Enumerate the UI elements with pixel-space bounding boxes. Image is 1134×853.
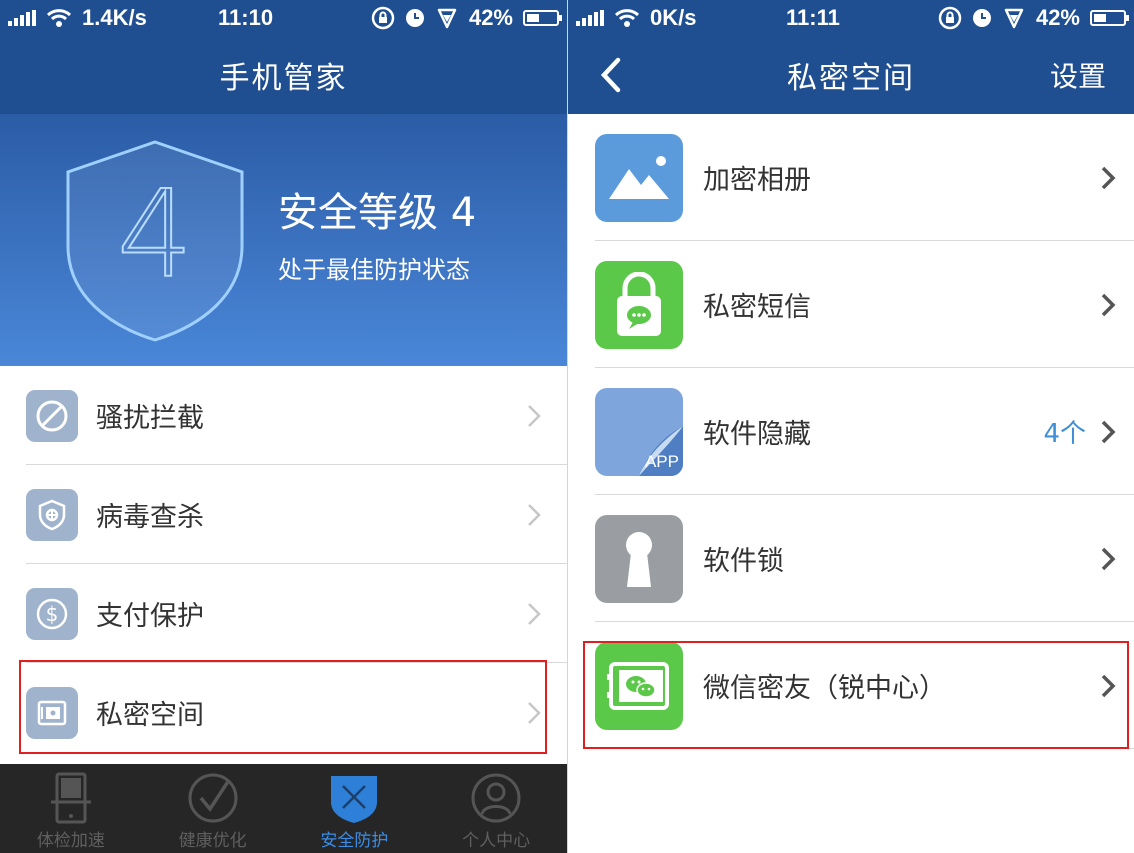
battery-icon [1090, 10, 1129, 26]
phone-check-icon [50, 772, 91, 824]
back-button[interactable] [590, 54, 632, 96]
tab-security[interactable]: 安全防护 [284, 764, 426, 853]
svg-text:$: $ [46, 602, 59, 626]
rotation-lock-icon [938, 6, 962, 30]
highlight-box [19, 660, 547, 754]
list-item-harassment-block[interactable]: 骚扰拦截 [0, 366, 567, 465]
checkmark-circle-icon [188, 773, 238, 823]
wifi-icon [614, 9, 640, 27]
list-item-label: 软件隐藏 [703, 419, 811, 450]
chevron-right-icon [528, 404, 541, 427]
battery-percent: 42% [468, 5, 513, 30]
settings-button[interactable]: 设置 [1050, 55, 1106, 95]
list-item-label: 软件锁 [703, 546, 784, 577]
list-item-label: 加密相册 [703, 165, 811, 196]
clock: 11:10 [218, 5, 274, 30]
chevron-right-icon [1101, 420, 1116, 443]
left-screen: 1.4K/s 11:10 42% 手机管家 4 安全等级 4 处于最佳防护状态 … [0, 0, 567, 853]
tab-label: 健康优化 [178, 831, 247, 851]
security-level-subtitle: 处于最佳防护状态 [278, 256, 470, 284]
list-item-label: 支付保护 [96, 601, 204, 632]
nav-bar: 手机管家 [0, 36, 567, 114]
battery-icon [523, 10, 562, 26]
chevron-right-icon [1101, 293, 1116, 316]
list-item-payment-protection[interactable]: $ 支付保护 [0, 564, 567, 663]
page-title: 私密空间 [787, 61, 915, 96]
lock-message-icon [595, 260, 683, 349]
tab-label: 体检加速 [36, 831, 105, 851]
block-icon [26, 389, 78, 442]
tab-checkup[interactable]: 体检加速 [0, 764, 142, 853]
list-item-label: 骚扰拦截 [96, 403, 204, 434]
highlight-box [583, 641, 1129, 749]
signal-icon [576, 10, 604, 26]
network-speed: 1.4K/s [82, 5, 147, 30]
tab-bar: 体检加速 健康优化 安全防护 个人中心 [0, 764, 567, 853]
chevron-right-icon [1101, 166, 1116, 189]
status-bar: 1.4K/s 11:10 42% [0, 0, 567, 36]
right-screen: 0K/s 11:11 42% 私密空间 设置 加密相册 私密短信 APP 软件隐… [567, 0, 1134, 853]
list-item-app-hide[interactable]: APP 软件隐藏 4个 [568, 368, 1134, 495]
security-level-panel: 4 安全等级 4 处于最佳防护状态 [0, 114, 567, 366]
photo-album-icon [595, 133, 683, 222]
app-icon-text: APP [644, 451, 679, 471]
list-item-virus-scan[interactable]: 病毒查杀 [0, 465, 567, 564]
dollar-coin-icon: $ [26, 587, 78, 640]
security-level-title: 安全等级 4 [278, 190, 477, 236]
keyhole-icon [595, 514, 683, 603]
list-item-label: 私密短信 [703, 292, 811, 323]
chevron-right-icon [528, 503, 541, 526]
user-icon [471, 773, 521, 823]
app-hide-icon: APP [595, 387, 683, 476]
network-speed: 0K/s [650, 5, 697, 30]
page-title: 手机管家 [219, 61, 348, 96]
alarm-icon [405, 9, 424, 27]
list-item-label: 病毒查杀 [96, 502, 204, 533]
virus-shield-icon [26, 488, 78, 541]
shield-icon: 4 [66, 140, 244, 342]
tab-profile[interactable]: 个人中心 [425, 764, 567, 853]
list-item-app-lock[interactable]: 软件锁 [568, 495, 1134, 622]
rotation-lock-icon [371, 6, 395, 30]
status-bar: 0K/s 11:11 42% [568, 0, 1134, 36]
shield-x-icon [331, 776, 378, 823]
tab-label: 安全防护 [320, 831, 389, 851]
list-item-private-sms[interactable]: 私密短信 [568, 241, 1134, 368]
location-icon [1004, 8, 1024, 29]
chevron-right-icon [1101, 547, 1116, 570]
battery-percent: 42% [1035, 5, 1080, 30]
alarm-icon [972, 9, 991, 27]
tab-health[interactable]: 健康优化 [142, 764, 284, 853]
signal-icon [8, 10, 36, 26]
security-level-digit: 4 [117, 166, 193, 305]
clock: 11:11 [786, 5, 840, 30]
wifi-icon [46, 9, 72, 27]
list-item-encrypted-album[interactable]: 加密相册 [568, 114, 1134, 241]
chevron-left-icon [600, 57, 621, 93]
item-count-badge: 4个 [1043, 419, 1086, 449]
location-icon [437, 8, 457, 29]
chevron-right-icon [528, 602, 541, 625]
nav-bar: 私密空间 设置 [568, 36, 1134, 114]
tab-label: 个人中心 [462, 831, 531, 851]
